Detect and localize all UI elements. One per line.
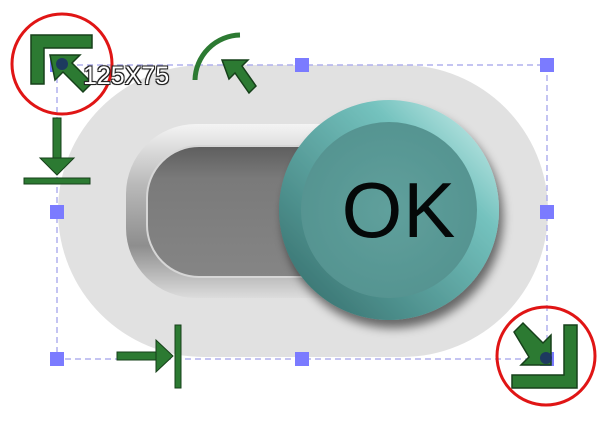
resize-handle-bottom-left[interactable] xyxy=(50,352,64,366)
resize-bottom-right-icon[interactable] xyxy=(511,321,578,389)
size-label: 125X75 xyxy=(83,62,170,90)
resize-handle-top-right[interactable] xyxy=(540,58,554,72)
resize-handle-bottom[interactable] xyxy=(295,352,309,366)
resize-handle-top[interactable] xyxy=(295,58,309,72)
ok-button-label: OK xyxy=(341,165,457,254)
resize-handle-left[interactable] xyxy=(50,205,64,219)
resize-handle-right[interactable] xyxy=(540,205,554,219)
